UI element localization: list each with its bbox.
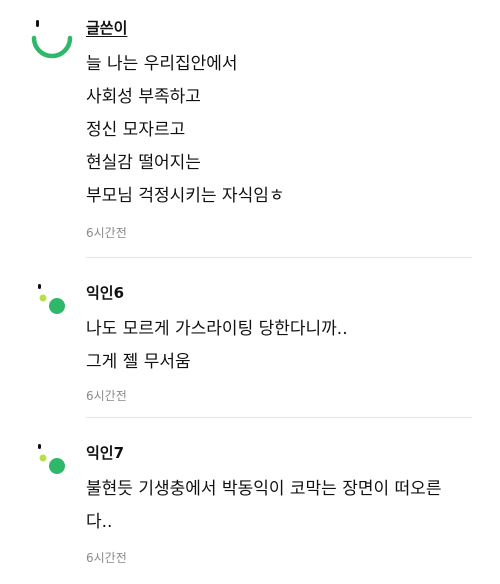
comment-body: 불현듯 기생충에서 박동익이 코막는 장면이 떠오른 다.. [86, 473, 486, 539]
avatar-op-icon [31, 20, 73, 59]
comment-divider [86, 257, 472, 258]
comment-line: 나도 모르게 가스라이팅 당한다니까.. [86, 319, 348, 339]
comment-line: 부모님 걱정시키는 자식임ㅎ [86, 186, 285, 206]
comment-author[interactable]: 글쓴이 [86, 18, 127, 38]
comment-timestamp: 6시간전 [86, 226, 127, 240]
comment-body: 나도 모르게 가스라이팅 당한다니까.. 그게 젤 무서움 [86, 313, 486, 379]
comment-item: 글쓴이 늘 나는 우리집안에서 사회성 부족하고 정신 모자르고 현실감 떨어지… [0, 18, 500, 258]
comment-line: 사회성 부족하고 [86, 87, 201, 107]
comment-line: 다.. [86, 512, 113, 532]
comment-line: 정신 모자르고 [86, 120, 186, 140]
comment-item: 익인6 나도 모르게 가스라이팅 당한다니까.. 그게 젤 무서움 6시간전 [0, 283, 500, 413]
comment-line: 그게 젤 무서움 [86, 352, 191, 372]
comment-author[interactable]: 익인6 [86, 283, 124, 303]
comment-timestamp: 6시간전 [86, 389, 127, 403]
avatar-dots-icon [38, 284, 65, 314]
avatar-dots-icon [38, 444, 65, 474]
comment-author[interactable]: 익인7 [86, 443, 124, 463]
comment-item: 익인7 불현듯 기생충에서 박동익이 코막는 장면이 떠오른 다.. 6시간전 [0, 443, 500, 584]
comment-body: 늘 나는 우리집안에서 사회성 부족하고 정신 모자르고 현실감 떨어지는 부모… [86, 48, 486, 213]
comment-line: 현실감 떨어지는 [86, 153, 201, 173]
comment-divider [86, 417, 472, 418]
comment-line: 늘 나는 우리집안에서 [86, 54, 238, 74]
comment-line: 불현듯 기생충에서 박동익이 코막는 장면이 떠오른 [86, 479, 442, 499]
comment-timestamp: 6시간전 [86, 551, 127, 565]
